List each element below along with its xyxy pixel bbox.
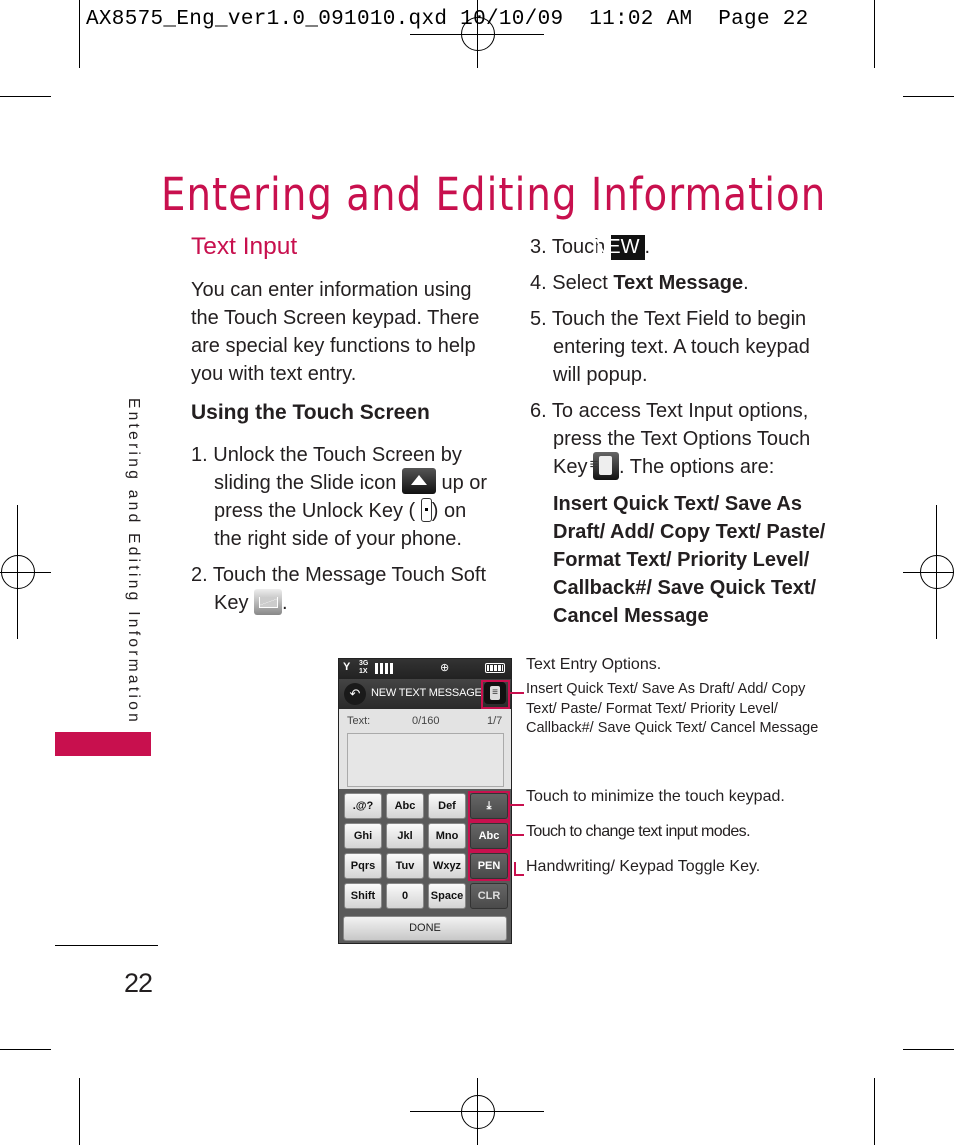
char-count: 0/160 (412, 715, 440, 727)
step-text: . The options are: (619, 456, 775, 478)
signal-icon: Y (343, 661, 351, 673)
highlight-pen (468, 851, 510, 881)
key-clear[interactable]: CLR (470, 883, 508, 909)
network-1x: 1X (359, 668, 368, 675)
slide-icon (401, 467, 436, 494)
new-softkey-badge: NEW (593, 235, 645, 260)
key-tuv[interactable]: Tuv (386, 853, 424, 879)
leader-line (510, 692, 524, 694)
step-number: 1. (191, 444, 208, 466)
phone-screen: Y 3G 1X ⊕ ↶ NEW TEXT MESSAGE ≡ Text: 0/1… (338, 658, 512, 944)
leader-line (510, 804, 524, 806)
step-5: 5. Touch the Text Field to begin enterin… (530, 305, 840, 389)
options-list: Insert Quick Text/ Save As Draft/ Add/ C… (553, 492, 826, 627)
crop-mark (903, 96, 954, 97)
leader-line (510, 834, 524, 836)
key-zero[interactable]: 0 (386, 883, 424, 909)
leader-line (514, 874, 524, 876)
subheading: Using the Touch Screen (191, 401, 430, 424)
callout-minimize: Touch to minimize the touch keypad. (526, 788, 785, 805)
unlock-key-icon (420, 497, 432, 522)
callout-options-title: Text Entry Options. (526, 656, 662, 673)
text-options-icon (593, 451, 620, 480)
location-icon: ⊕ (440, 662, 450, 674)
slug-filename: AX8575_Eng_ver1.0_091010.qxd (86, 8, 448, 31)
key-space[interactable]: Space (428, 883, 466, 909)
right-column: 3. Touch NEW. 4. Select Text Message. 5.… (530, 233, 840, 630)
step-1: 1. Unlock the Touch Screen by sliding th… (191, 441, 491, 553)
key-shift[interactable]: Shift (344, 883, 382, 909)
network-icon: 3G 1X (359, 660, 368, 676)
key-def[interactable]: Def (428, 793, 466, 819)
slug-date: 10/10/09 (460, 8, 564, 31)
registration-mark (1, 555, 35, 589)
key-ghi[interactable]: Ghi (344, 823, 382, 849)
highlight-minimize (468, 791, 510, 821)
key-symbols[interactable]: .@? (344, 793, 382, 819)
step-number: 5. (530, 308, 547, 330)
key-mno[interactable]: Mno (428, 823, 466, 849)
back-button[interactable]: ↶ (344, 683, 366, 705)
left-column: Text Input You can enter information usi… (191, 232, 491, 617)
step-number: 2. (191, 564, 208, 586)
step-4: 4. Select Text Message. (530, 269, 840, 297)
footer-rule (55, 945, 158, 946)
page-title: Entering and Editing Information (161, 168, 827, 222)
key-wxyz[interactable]: Wxyz (428, 853, 466, 879)
page-count: 1/7 (487, 715, 503, 727)
text-label: Text: (347, 715, 371, 727)
step-text: . (644, 236, 651, 258)
step-number: 4. (530, 272, 547, 294)
network-3g: 3G (359, 660, 369, 667)
side-tab-marker (55, 732, 151, 756)
side-tab-label: Entering and Editing Information (125, 398, 142, 726)
key-abc[interactable]: Abc (386, 793, 424, 819)
screen-title: NEW TEXT MESSAGE (371, 687, 482, 699)
intro-paragraph: You can enter information using the Touc… (191, 279, 480, 385)
crop-mark (0, 1049, 51, 1050)
step-text: Select (552, 272, 608, 294)
key-jkl[interactable]: Jkl (386, 823, 424, 849)
section-heading: Text Input (191, 233, 298, 260)
callout-mode: Touch to change text input modes. (526, 823, 751, 840)
highlight-options (481, 680, 510, 709)
registration-mark (461, 1095, 495, 1129)
callout-options-detail: Insert Quick Text/ Save As Draft/ Add/ C… (526, 681, 819, 736)
crop-mark (79, 0, 80, 68)
print-slug: AX8575_Eng_ver1.0_091010.qxd 10/10/09 11… (86, 8, 809, 31)
step-text: . (282, 592, 288, 614)
crop-mark (79, 1078, 80, 1145)
battery-icon (485, 663, 505, 673)
status-bar: Y 3G 1X ⊕ (339, 659, 511, 679)
key-pqrs[interactable]: Pqrs (344, 853, 382, 879)
crop-mark (0, 96, 51, 97)
highlight-mode (468, 821, 510, 851)
step-bold-text: Text Message (613, 272, 744, 294)
done-button[interactable]: DONE (343, 916, 507, 941)
crop-mark (874, 0, 875, 68)
message-icon (254, 588, 283, 615)
crop-mark (903, 1049, 954, 1050)
callout-toggle: Handwriting/ Keypad Toggle Key. (526, 858, 761, 875)
signal-bars-icon (375, 663, 395, 674)
crop-mark (874, 1078, 875, 1145)
step-2: 2. Touch the Message Touch Soft Key . (191, 561, 491, 617)
registration-mark (920, 555, 954, 589)
step-number: 6. (530, 400, 547, 422)
step-number: 3. (530, 236, 547, 258)
step-text: . (743, 272, 749, 294)
slug-time: 11:02 AM (589, 8, 693, 31)
slug-page: Page 22 (718, 8, 809, 31)
step-text: Touch the Text Field to begin entering t… (551, 308, 810, 386)
step-3: 3. Touch NEW. (530, 233, 840, 261)
page-number: 22 (124, 968, 153, 998)
step-6: 6. To access Text Input options, press t… (530, 397, 840, 482)
text-field[interactable] (347, 733, 504, 787)
